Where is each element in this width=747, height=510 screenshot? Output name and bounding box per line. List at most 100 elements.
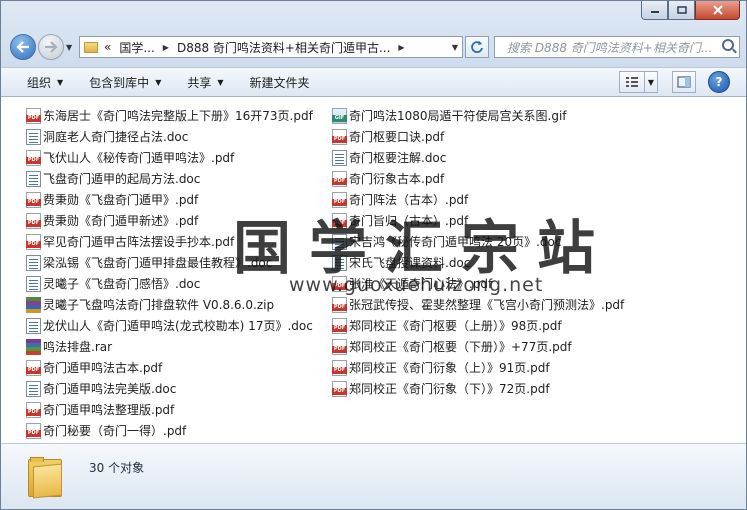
file-name: 张冠武传授、霍斐然整理《飞宫小奇门预测法》.pdf: [349, 298, 625, 312]
file-list: PDF 东海居士《奇门鸣法完整版上下册》16开73页.pdf 洞庭老人奇门捷径占法…: [1, 98, 746, 443]
address-segment-parent[interactable]: 国学...: [119, 39, 154, 56]
file-item[interactable]: PDF 张淮《天遁奇门心法》.pdf: [332, 273, 624, 294]
file-item[interactable]: PDF 奇门阵法（古本）.pdf: [332, 189, 624, 210]
chevron-right-icon[interactable]: ▶: [398, 43, 404, 52]
file-item[interactable]: 奇门枢要注解.doc: [332, 147, 624, 168]
file-name: 罕见奇门遁甲古阵法摆设手抄本.pdf: [43, 235, 235, 249]
file-item[interactable]: PDF 费秉勋《飞盘奇门遁甲》.pdf: [26, 189, 313, 210]
pdf-file-icon: PDF: [26, 401, 41, 418]
file-name: 奇门遁甲鸣法整理版.pdf: [43, 403, 175, 417]
item-count: 30 个对象: [89, 461, 145, 475]
file-item[interactable]: PDF 奇门旨归（古本）.pdf: [332, 210, 624, 231]
file-name: 张淮《天遁奇门心法》.pdf: [349, 277, 493, 291]
file-item[interactable]: PDF 罕见奇门遁甲古阵法摆设手抄本.pdf: [26, 231, 313, 252]
file-name: 鸣法排盘.rar: [43, 340, 113, 354]
file-name: 飞盘奇门遁甲的起局方法.doc: [43, 172, 201, 186]
forward-button[interactable]: [38, 34, 64, 60]
file-item[interactable]: PDF 东海居士《奇门鸣法完整版上下册》16开73页.pdf: [26, 105, 313, 126]
refresh-button[interactable]: [465, 36, 489, 58]
zip-archive-icon: [26, 296, 41, 313]
file-name: 灵曦子《飞盘奇门感悟》.doc: [43, 277, 201, 291]
share-menu[interactable]: 共享 ▼: [187, 74, 223, 91]
file-column-left: PDF 东海居士《奇门鸣法完整版上下册》16开73页.pdf 洞庭老人奇门捷径占法…: [26, 105, 313, 441]
command-toolbar: 组织 ▼ 包含到库中 ▼ 共享 ▼ 新建文件夹 ▼ ?: [1, 67, 746, 97]
doc-file-icon: [332, 254, 347, 271]
doc-file-icon: [26, 380, 41, 397]
file-item[interactable]: PDF 郑同校正《奇门枢要（下册）》+77页.pdf: [332, 336, 624, 357]
file-name: 费秉勋《奇门遁甲新述》.pdf: [43, 214, 199, 228]
file-name: 龙伏山人《奇门遁甲鸣法(龙式校勘本) 17页》.doc: [43, 319, 313, 333]
file-item[interactable]: PDF 费秉勋《奇门遁甲新述》.pdf: [26, 210, 313, 231]
file-item[interactable]: 飞盘奇门遁甲的起局方法.doc: [26, 168, 313, 189]
change-view-button[interactable]: [619, 71, 645, 93]
file-item[interactable]: 梁泓锡《飞盘奇门遁甲排盘最佳教程》.doc: [26, 252, 313, 273]
back-forward-group: ▼: [10, 34, 72, 60]
pdf-file-icon: PDF: [26, 359, 41, 376]
refresh-icon: [471, 41, 483, 53]
pdf-file-icon: PDF: [332, 317, 347, 334]
address-dropdown-icon[interactable]: ▼: [452, 43, 458, 52]
pdf-file-icon: PDF: [26, 149, 41, 166]
chevron-down-icon: ▼: [155, 77, 162, 87]
file-name: 灵曦子飞盘鸣法奇门排盘软件 V0.8.6.0.zip: [43, 298, 275, 312]
pdf-file-icon: PDF: [26, 233, 41, 250]
doc-file-icon: [332, 233, 347, 250]
new-folder-button[interactable]: 新建文件夹: [250, 74, 310, 91]
doc-file-icon: [26, 128, 41, 145]
file-item[interactable]: PDF 郑同校正《奇门衍象（上）》91页.pdf: [332, 357, 624, 378]
doc-file-icon: [26, 317, 41, 334]
file-item[interactable]: PDF 奇门遁甲鸣法整理版.pdf: [26, 399, 313, 420]
maximize-button[interactable]: [668, 1, 695, 20]
file-item[interactable]: PDF 奇门遁甲鸣法古本.pdf: [26, 357, 313, 378]
file-item[interactable]: 鸣法排盘.rar: [26, 336, 313, 357]
minimize-icon: [650, 11, 659, 13]
file-item[interactable]: 灵曦子《飞盘奇门感悟》.doc: [26, 273, 313, 294]
file-item[interactable]: PDF 奇门秘要（奇门一得）.pdf: [26, 420, 313, 441]
file-name: 东海居士《奇门鸣法完整版上下册》16开73页.pdf: [43, 109, 313, 123]
help-button[interactable]: ?: [708, 71, 730, 93]
close-button[interactable]: [695, 1, 740, 20]
file-item[interactable]: PDF 奇门衍象古本.pdf: [332, 168, 624, 189]
file-name: 奇门鸣法1080局遁干符使局宫关系图.gif: [349, 109, 567, 123]
file-item[interactable]: GIF 奇门鸣法1080局遁干符使局宫关系图.gif: [332, 105, 624, 126]
history-dropdown-icon[interactable]: ▼: [66, 43, 72, 52]
file-item[interactable]: PDF 郑同校正《奇门枢要（上册）》98页.pdf: [332, 315, 624, 336]
file-item[interactable]: PDF 飞伏山人《秘传奇门遁甲鸣法》.pdf: [26, 147, 313, 168]
folder-icon: [84, 41, 98, 53]
search-icon[interactable]: [722, 39, 734, 51]
pdf-file-icon: PDF: [26, 191, 41, 208]
file-name: 洞庭老人奇门捷径占法.doc: [43, 130, 189, 144]
search-input[interactable]: 搜索 D888 奇门鸣法资料+相关奇门...: [494, 36, 740, 58]
file-item[interactable]: 龙伏山人《奇门遁甲鸣法(龙式校勘本) 17页》.doc: [26, 315, 313, 336]
pdf-file-icon: PDF: [332, 170, 347, 187]
back-button[interactable]: [10, 34, 36, 60]
file-name: 奇门枢要注解.doc: [349, 151, 447, 165]
pdf-file-icon: PDF: [332, 191, 347, 208]
maximize-icon: [676, 6, 687, 14]
file-item[interactable]: 宋氏飞盘授课资料.doc: [332, 252, 624, 273]
file-item[interactable]: 宋吉鸿《秘传奇门遁甲鸣法 20页》.doc: [332, 231, 624, 252]
address-bar[interactable]: « 国学... ▶ D888 奇门鸣法资料+相关奇门遁甲古... ▶ ▼: [79, 36, 463, 58]
gif-image-icon: GIF: [332, 107, 347, 124]
address-segment-current[interactable]: D888 奇门鸣法资料+相关奇门遁甲古...: [177, 39, 390, 56]
chevron-right-icon[interactable]: ▶: [163, 43, 169, 52]
pdf-file-icon: PDF: [332, 275, 347, 292]
share-label: 共享: [187, 75, 212, 90]
file-item[interactable]: PDF 奇门枢要口诀.pdf: [332, 126, 624, 147]
file-name: 郑同校正《奇门枢要（上册）》98页.pdf: [349, 319, 562, 333]
preview-pane-button[interactable]: [672, 71, 696, 93]
include-in-library-menu[interactable]: 包含到库中 ▼: [89, 74, 161, 91]
file-name: 奇门遁甲鸣法古本.pdf: [43, 361, 163, 375]
organize-menu[interactable]: 组织 ▼: [27, 74, 63, 91]
minimize-button[interactable]: [641, 1, 668, 20]
new-folder-label: 新建文件夹: [249, 75, 310, 90]
file-item[interactable]: 灵曦子飞盘鸣法奇门排盘软件 V0.8.6.0.zip: [26, 294, 313, 315]
file-item[interactable]: 洞庭老人奇门捷径占法.doc: [26, 126, 313, 147]
address-overflow[interactable]: «: [104, 40, 111, 54]
view-options-dropdown[interactable]: ▼: [644, 71, 658, 93]
file-item[interactable]: PDF 张冠武传授、霍斐然整理《飞宫小奇门预测法》.pdf: [332, 294, 624, 315]
file-item[interactable]: 奇门遁甲鸣法完美版.doc: [26, 378, 313, 399]
search-placeholder: 搜索 D888 奇门鸣法资料+相关奇门...: [507, 40, 713, 55]
folder-icon: [28, 457, 62, 499]
file-item[interactable]: PDF 郑同校正《奇门衍象（下）》72页.pdf: [332, 378, 624, 399]
